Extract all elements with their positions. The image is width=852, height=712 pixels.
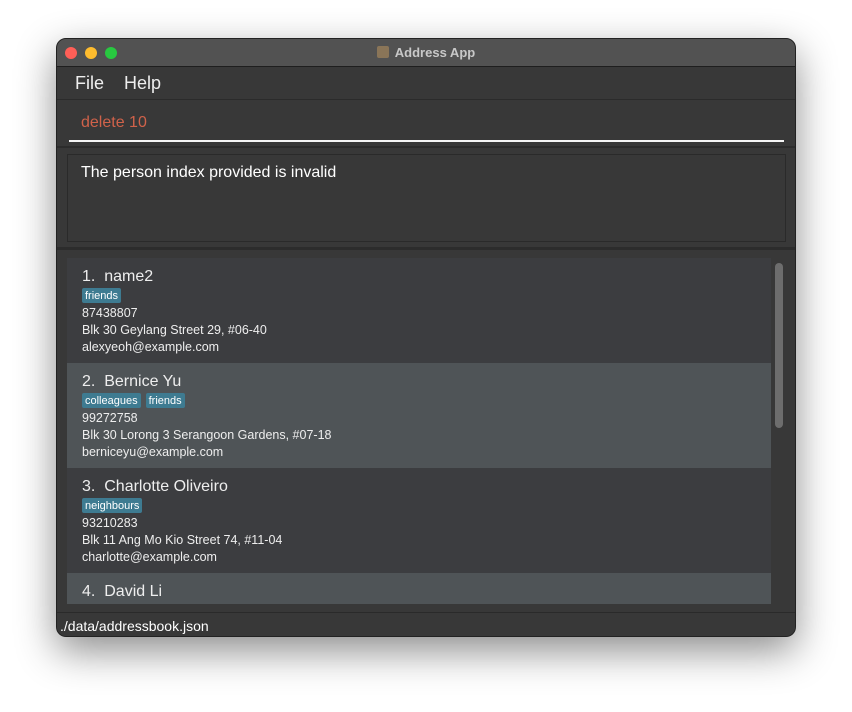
person-index: 1. (82, 268, 96, 285)
divider (57, 247, 795, 250)
person-name: 1. name2 (82, 267, 756, 287)
person-address: Blk 30 Geylang Street 29, #06-40 (82, 323, 267, 337)
person-address: Blk 30 Lorong 3 Serangoon Gardens, #07-1… (82, 428, 332, 442)
person-phone: 99272758 (82, 411, 138, 425)
tag: neighbours (82, 498, 143, 513)
person-email: charlotte@example.com (82, 550, 217, 564)
person-name-text: David Li (104, 583, 163, 600)
tag-list: colleagues friends (82, 393, 756, 410)
menu-file[interactable]: File (75, 73, 104, 94)
window-title: Address App (57, 45, 795, 60)
person-name-text: Bernice Yu (104, 373, 182, 390)
person-email: berniceyu@example.com (82, 445, 224, 459)
person-phone: 87438807 (82, 306, 138, 320)
person-name: 2. Bernice Yu (82, 372, 756, 392)
person-name: 3. Charlotte Oliveiro (82, 477, 756, 497)
person-name-text: Charlotte Oliveiro (104, 478, 228, 495)
tag: friends (145, 393, 185, 408)
tag-list: neighbours (82, 498, 756, 515)
tag-list: friends (82, 288, 756, 305)
menu-help[interactable]: Help (124, 73, 161, 94)
tag: friends (82, 288, 122, 303)
app-window: Address App File Help delete 10 The pers… (56, 38, 796, 637)
person-card[interactable]: 1. name2 friends 87438807 Blk 30 Geylang St… (67, 258, 771, 363)
person-address: Blk 11 Ang Mo Kio Street 74, #11-04 (82, 533, 283, 547)
command-box[interactable]: delete 10 (57, 100, 795, 148)
window-title-text: Address App (394, 45, 476, 60)
tag: colleagues (82, 393, 141, 408)
result-display: The person index provided is invalid (67, 154, 786, 242)
person-card[interactable]: 3. Charlotte Oliveiro neighbours 93210283 B… (67, 468, 771, 573)
person-card[interactable]: 4. David Li (67, 573, 771, 604)
scrollbar[interactable] (773, 258, 785, 604)
person-list: 1. name2 friends 87438807 Blk 30 Geylang St… (67, 258, 771, 604)
person-index: 2. (82, 373, 96, 390)
person-index: 3. (82, 478, 96, 495)
person-email: alexyeoh@example.com (82, 340, 220, 354)
scrollbar-thumb[interactable] (775, 263, 783, 428)
person-index: 4. (82, 583, 96, 600)
command-input[interactable]: delete 10 (81, 114, 147, 132)
person-card[interactable]: 2. Bernice Yu colleagues friends 99272758 Bl… (67, 363, 771, 468)
app-icon (376, 46, 389, 58)
person-phone: 93210283 (82, 516, 138, 530)
menu-bar: File Help (57, 67, 795, 100)
command-underline (69, 140, 784, 142)
title-bar: Address App (57, 39, 795, 67)
person-name-text: name2 (104, 268, 154, 285)
person-name: 4. David Li (82, 582, 756, 602)
result-message: The person index provided is invalid (81, 164, 337, 181)
save-location: ./data/addressbook.json (60, 618, 209, 634)
status-bar: ./data/addressbook.json (57, 612, 795, 636)
